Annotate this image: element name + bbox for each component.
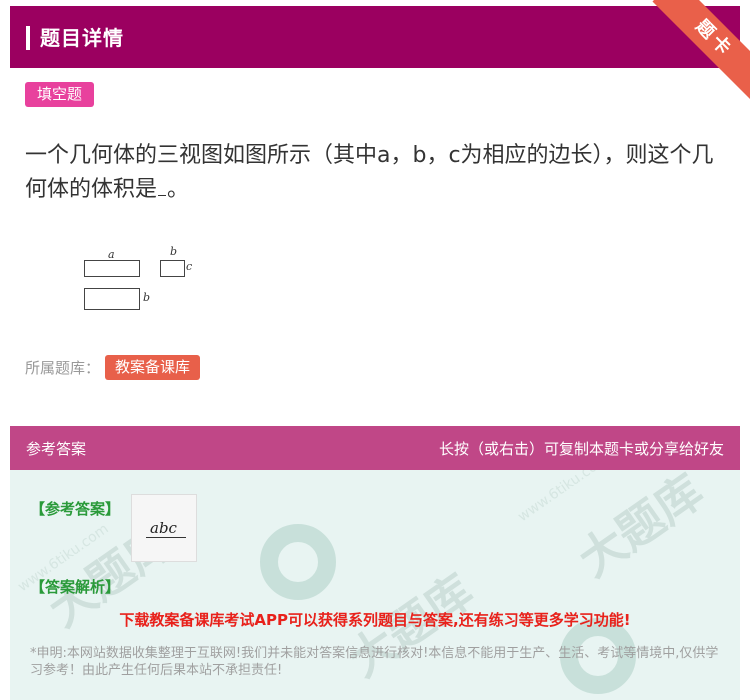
answer-image: abc (131, 494, 197, 562)
answer-label: 【参考答案】 (30, 500, 121, 518)
bank-link[interactable]: 教案备课库 (105, 355, 201, 380)
question-end: 。 (167, 177, 190, 202)
label-c: c (186, 260, 193, 273)
card-ribbon: 题卡 (650, 0, 750, 100)
side-view (160, 260, 185, 277)
answer-image-text: abc (150, 519, 177, 537)
three-view-diagram: a b c b (80, 244, 210, 316)
ribbon-label: 题卡 (652, 0, 750, 100)
front-view (84, 260, 140, 277)
question-type-badge: 填空题 (25, 82, 95, 107)
answer-header-title: 参考答案 (26, 440, 87, 458)
page-header: 题目详情 (10, 6, 740, 68)
app-promo-link[interactable]: 下载教案备课库考试APP可以获得系列题目与答案,还有练习等更多学习功能! (10, 609, 740, 630)
explanation-label: 【答案解析】 (30, 578, 121, 596)
question-text: 一个几何体的三视图如图所示（其中a，b，c为相应的边长），则这个几何体的体积是。 (25, 139, 725, 207)
bank-label: 所属题库： (25, 359, 101, 377)
answer-header: 参考答案 长按（或右击）可复制本题卡或分享给好友 (10, 426, 740, 470)
top-view (84, 288, 140, 310)
header-accent-bar (26, 26, 30, 50)
answer-image-stroke (146, 537, 186, 538)
watermark-logo (260, 524, 336, 600)
page-title: 题目详情 (40, 26, 124, 50)
watermark: 大题库 (568, 470, 713, 588)
question-stem: 一个几何体的三视图如图所示（其中a，b，c为相应的边长），则这个几何体的体积是 (25, 143, 714, 202)
disclaimer-text: *申明:本网站数据收集整理于互联网!我们并未能对答案信息进行核对!本信息不能用于… (30, 646, 719, 678)
share-hint: 长按（或右击）可复制本题卡或分享给好友 (438, 440, 724, 458)
answer-blank (158, 195, 167, 196)
label-b-bottom: b (143, 291, 151, 304)
answer-panel: 大题库 大题库 大题库 www.6tiku.com www.6tiku.com … (10, 470, 740, 700)
label-b-top: b (170, 245, 178, 258)
